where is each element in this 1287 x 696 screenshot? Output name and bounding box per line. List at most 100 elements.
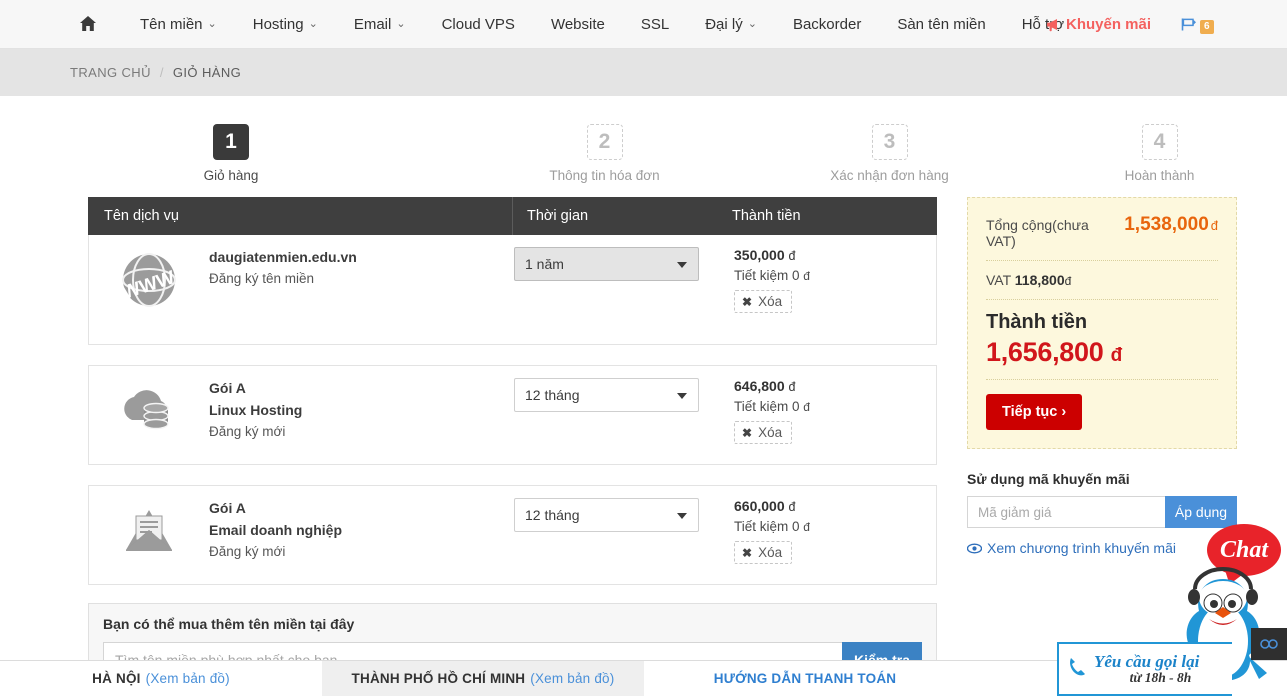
nav-label: Website: [550, 15, 605, 33]
price-value: 646,800: [734, 378, 785, 394]
tab-hanoi[interactable]: HÀ NỘI (Xem bản đồ): [0, 661, 322, 696]
step-label: Thông tin hóa đơn: [549, 168, 660, 183]
delete-item-button[interactable]: ✖ Xóa: [734, 541, 793, 564]
share-icon[interactable]: [1251, 628, 1287, 660]
nav-item-5[interactable]: SSL: [641, 16, 669, 33]
cart-table-header: Tên dịch vụ Thời gian Thành tiền: [88, 197, 937, 235]
service-title: Gói A: [209, 380, 246, 396]
nav-item-7[interactable]: Backorder: [793, 16, 861, 33]
saving-text: Tiết kiệm 0: [734, 519, 800, 534]
callback-text: Yêu cầu gọi lại từ 18h - 8h: [1094, 653, 1199, 685]
promo-title: Sử dụng mã khuyến mãi: [967, 471, 1130, 487]
currency-symbol: đ: [788, 500, 796, 514]
hosting-server-icon: [89, 366, 209, 440]
tab-sublabel: (Xem bản đồ): [530, 671, 615, 686]
service-note: Đăng ký mới: [209, 424, 286, 439]
step-label: Xác nhận đơn hàng: [830, 168, 949, 183]
nav-label: Cloud VPS: [441, 15, 515, 33]
period-value: 12 tháng: [525, 387, 580, 403]
row-total-cell: 660,000 đ Tiết kiệm 0 đ ✖ Xóa: [734, 486, 810, 564]
table-row: Gói A Linux Hosting Đăng ký mới 12 tháng…: [88, 365, 937, 465]
breadcrumb-separator: /: [159, 65, 164, 80]
row-name-cell: Gói A Email doanh nghiệp Đăng ký mới: [209, 486, 514, 559]
page-root: Tên miền ⌄ Hosting ⌄ Email ⌄ Cloud VPS W…: [0, 0, 1287, 696]
flag-badge-count: 6: [1200, 20, 1214, 34]
subtotal-row: Tổng cộng(chưa VAT) 1,538,000 đ: [986, 214, 1218, 249]
step-number: 2: [586, 124, 623, 160]
breadcrumb-current: GIỎ HÀNG: [172, 65, 242, 80]
nav-item-8[interactable]: Sàn tên miền: [897, 16, 985, 33]
callback-line2: từ 18h - 8h: [1129, 669, 1192, 685]
nav-label: Tên miền: [140, 15, 203, 33]
nav-item-1[interactable]: Hosting ⌄: [253, 16, 318, 33]
nav-item-4[interactable]: Website: [551, 16, 605, 33]
envelope-icon: [89, 486, 209, 558]
nav-item-6[interactable]: Đại lý ⌄: [705, 16, 757, 33]
checkout-steps: 1 Giỏ hàng 2 Thông tin hóa đơn 3 Xác nhậ…: [0, 96, 1287, 197]
chevron-down-icon: [677, 393, 687, 399]
currency-symbol: đ: [1110, 345, 1123, 366]
grand-total-amount: 1,656,800 đ: [986, 337, 1218, 368]
period-value: 12 tháng: [525, 507, 580, 523]
service-subtitle: Linux Hosting: [209, 402, 303, 418]
row-saving: Tiết kiệm 0 đ: [734, 519, 810, 534]
price-value: 660,000: [734, 498, 785, 514]
callback-request-banner[interactable]: Yêu cầu gọi lại từ 18h - 8h: [1057, 642, 1232, 696]
step-1: 1 Giỏ hàng: [0, 124, 462, 183]
row-price: 660,000 đ: [734, 498, 810, 514]
currency-symbol: đ: [803, 269, 810, 283]
delete-item-button[interactable]: ✖ Xóa: [734, 290, 793, 313]
delete-item-button[interactable]: ✖ Xóa: [734, 421, 793, 444]
nav-label: Đại lý: [705, 15, 743, 33]
nav-item-3[interactable]: Cloud VPS: [442, 16, 515, 33]
row-period-cell: 12 tháng: [514, 486, 734, 532]
chevron-down-icon: ⌄: [396, 17, 406, 30]
step-label: Giỏ hàng: [203, 168, 259, 183]
step-label: Hoàn thành: [1124, 168, 1195, 183]
eye-icon: [967, 543, 982, 554]
chat-label: Chat: [1219, 536, 1269, 563]
price-value: 350,000: [734, 247, 785, 263]
period-select[interactable]: 12 tháng: [514, 498, 699, 532]
home-icon[interactable]: [78, 14, 98, 34]
nav-item-0[interactable]: Tên miền ⌄: [140, 16, 217, 33]
flag-notification[interactable]: 6: [1180, 17, 1214, 37]
step-2: 2 Thông tin hóa đơn: [462, 124, 747, 183]
service-note: Đăng ký tên miền: [209, 271, 315, 286]
service-note: Đăng ký mới: [209, 544, 286, 559]
chat-widget: Chat Yêu cầu gọi lại từ 18h - 8h: [1057, 516, 1287, 696]
currency-symbol: đ: [788, 380, 796, 394]
breadcrumb-home[interactable]: TRANG CHỦ: [70, 65, 151, 80]
cart-column: Tên dịch vụ Thời gian Thành tiền WWW dau…: [88, 197, 937, 693]
row-saving: Tiết kiệm 0 đ: [734, 399, 810, 414]
nav-item-2[interactable]: Email ⌄: [354, 16, 406, 33]
service-title: Gói A: [209, 500, 246, 516]
callback-line1: Yêu cầu gọi lại: [1094, 651, 1200, 671]
tab-label: HÀ NỘI: [92, 671, 141, 686]
divider: [986, 299, 1218, 300]
row-name-cell: Gói A Linux Hosting Đăng ký mới: [209, 366, 514, 439]
continue-button[interactable]: Tiếp tục ›: [986, 394, 1083, 430]
chevron-down-icon: ⌄: [207, 17, 217, 30]
row-period-cell: 1 năm: [514, 235, 734, 281]
period-select[interactable]: 1 năm: [514, 247, 699, 281]
column-header-time: Thời gian: [527, 208, 589, 224]
nav-label: Backorder: [792, 15, 862, 33]
service-title: daugiatenmien.edu.vn: [209, 249, 357, 265]
subtotal-amount: 1,538,000 đ: [1124, 214, 1218, 236]
tab-hochiminh[interactable]: THÀNH PHỐ HỒ CHÍ MINH (Xem bản đồ): [322, 661, 644, 696]
tab-label: HƯỚNG DẪN THANH TOÁN: [713, 671, 897, 686]
phone-icon: [1067, 656, 1087, 683]
step-number: 1: [213, 124, 249, 160]
promotion-label: Khuyến mãi: [1066, 16, 1152, 33]
table-row: WWW daugiatenmien.edu.vn Đăng ký tên miề…: [88, 235, 937, 345]
period-select[interactable]: 12 tháng: [514, 378, 699, 412]
tab-label: THÀNH PHỐ HỒ CHÍ MINH: [351, 671, 526, 686]
promotion-link[interactable]: Khuyến mãi: [1046, 16, 1151, 33]
row-total-cell: 350,000 đ Tiết kiệm 0 đ ✖ Xóa: [734, 235, 810, 313]
subtotal-value: 1,538,000: [1124, 214, 1209, 235]
saving-text: Tiết kiệm 0: [734, 399, 800, 414]
row-name-cell: daugiatenmien.edu.vn Đăng ký tên miền: [209, 235, 514, 286]
tab-payment-guide[interactable]: HƯỚNG DẪN THANH TOÁN: [644, 661, 966, 696]
grand-total-label: Thành tiền: [986, 311, 1088, 333]
